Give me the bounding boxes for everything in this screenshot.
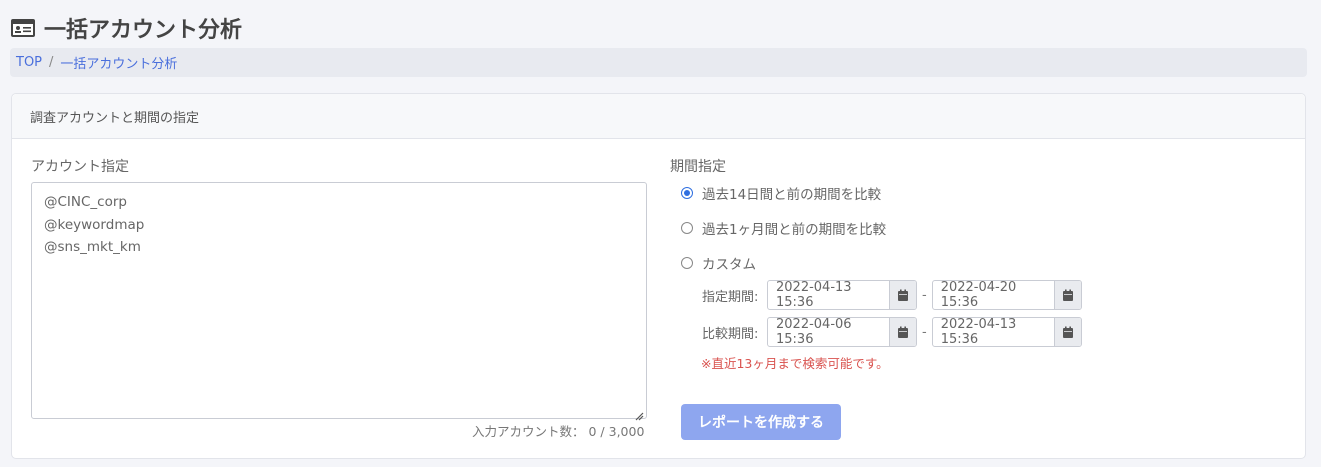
breadcrumb-current-link[interactable]: 一括アカウント分析: [60, 53, 177, 72]
compare-end-group: 2022-04-13 15:36: [931, 317, 1082, 347]
target-start-group: 2022-04-13 15:36: [767, 280, 917, 310]
radio-label: 過去1ヶ月間と前の期間を比較: [702, 222, 887, 238]
resize-handle-icon[interactable]: [634, 406, 644, 421]
accounts-textarea[interactable]: @CINC_corp @keywordmap @sns_mkt_km: [31, 182, 647, 421]
page-title: 一括アカウント分析: [10, 12, 242, 44]
account-line: @keywordmap: [44, 216, 145, 233]
account-count-value: 0 / 3,000: [588, 424, 645, 439]
range-dash: -: [922, 324, 927, 340]
radio-checked-icon[interactable]: [681, 187, 693, 199]
breadcrumb-top-link[interactable]: TOP: [16, 55, 42, 70]
target-end-input[interactable]: 2022-04-20 15:36: [933, 281, 1055, 309]
radio-unchecked-icon[interactable]: [681, 257, 693, 269]
calendar-icon[interactable]: [1054, 281, 1081, 309]
account-count-label: 入力アカウント数：: [472, 424, 585, 439]
compare-start-input[interactable]: 2022-04-06 15:36: [768, 318, 890, 346]
calendar-icon[interactable]: [890, 318, 916, 346]
target-period-row: 指定期間: 2022-04-13 15:36 - 2022-04-20 15:3…: [702, 280, 1082, 310]
compare-start-group: 2022-04-06 15:36: [767, 317, 917, 347]
account-line: @CINC_corp: [44, 194, 127, 210]
id-card-icon: [10, 18, 36, 38]
target-start-input[interactable]: 2022-04-13 15:36: [768, 281, 890, 309]
breadcrumb-separator: /: [49, 55, 54, 70]
radio-option-custom[interactable]: カスタム: [681, 253, 756, 273]
compare-end-input[interactable]: 2022-04-13 15:36: [933, 318, 1055, 346]
period-label: 期間指定: [670, 159, 726, 175]
account-line: @sns_mkt_km: [44, 239, 141, 255]
settings-card: 調査アカウントと期間の指定 アカウント指定 @CINC_corp @keywor…: [11, 93, 1306, 459]
compare-period-label: 比較期間:: [702, 326, 759, 342]
create-report-button[interactable]: レポートを作成する: [681, 404, 841, 440]
calendar-icon[interactable]: [1054, 318, 1081, 346]
target-end-group: 2022-04-20 15:36: [931, 280, 1082, 310]
page-title-text: 一括アカウント分析: [44, 18, 243, 43]
search-range-note: ※直近13ヶ月まで検索可能です。: [701, 356, 889, 371]
breadcrumb: TOP / 一括アカウント分析: [10, 48, 1307, 77]
compare-period-row: 比較期間: 2022-04-06 15:36 - 2022-04-13 15:3…: [702, 317, 1082, 347]
account-count: 入力アカウント数： 0 / 3,000: [472, 421, 644, 440]
radio-option-14days[interactable]: 過去14日間と前の期間を比較: [681, 183, 881, 203]
radio-label: 過去14日間と前の期間を比較: [702, 187, 882, 203]
account-label: アカウント指定: [31, 159, 129, 175]
target-period-label: 指定期間:: [702, 289, 759, 305]
radio-unchecked-icon[interactable]: [681, 222, 693, 234]
radio-option-1month[interactable]: 過去1ヶ月間と前の期間を比較: [681, 218, 886, 238]
calendar-icon[interactable]: [890, 281, 916, 309]
radio-label: カスタム: [702, 257, 756, 273]
card-header: 調査アカウントと期間の指定: [12, 94, 1305, 139]
range-dash: -: [922, 287, 927, 303]
